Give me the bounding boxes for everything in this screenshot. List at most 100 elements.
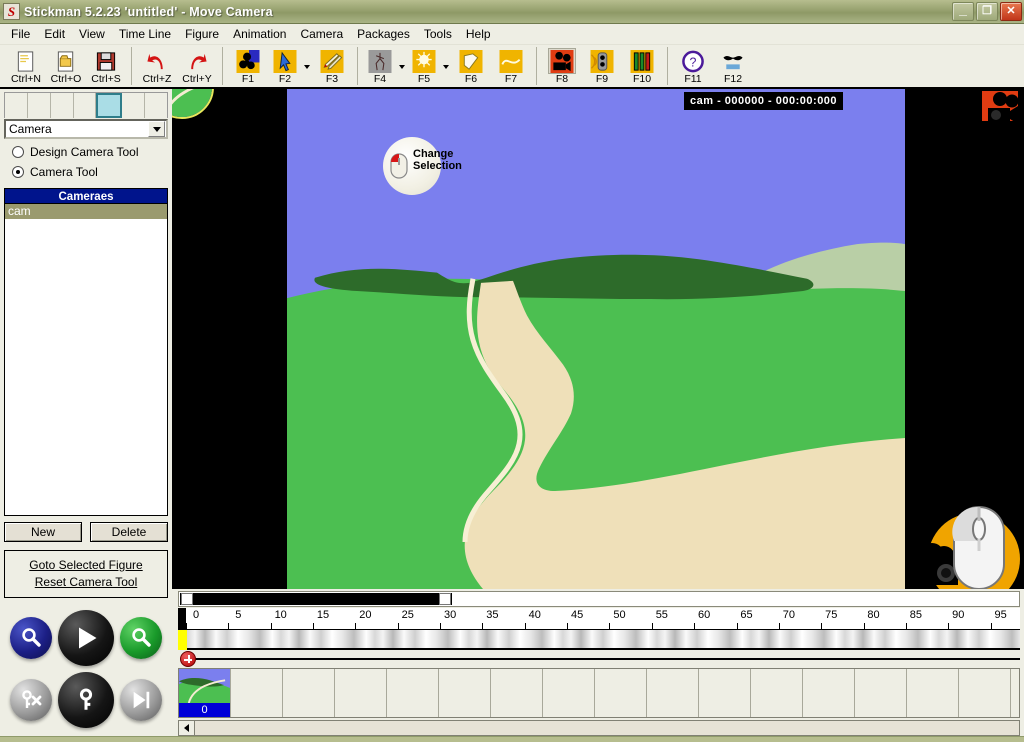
keyframe-cell[interactable] xyxy=(335,669,387,717)
menu-packages[interactable]: Packages xyxy=(350,25,417,43)
delete-camera-button[interactable]: Delete xyxy=(90,522,168,542)
toolbar-save-button[interactable]: Ctrl+S xyxy=(86,47,126,85)
keyframe-cell[interactable] xyxy=(803,669,855,717)
toolbar-redo-button[interactable]: Ctrl+Y xyxy=(177,47,217,85)
camera-badge-icon xyxy=(974,91,1019,129)
keyframe-filmstrip[interactable]: 0 xyxy=(178,668,1020,718)
keyframe-cell[interactable] xyxy=(907,669,959,717)
traffic-light-icon xyxy=(588,48,616,74)
menu-edit[interactable]: Edit xyxy=(37,25,72,43)
panel-tab-3[interactable] xyxy=(50,93,74,118)
timeline-yellow-marker[interactable] xyxy=(178,630,187,650)
toolbar-open-button[interactable]: Ctrl+O xyxy=(46,47,86,85)
keyframe-cell[interactable] xyxy=(231,669,283,717)
toolbar-figure-button[interactable]: F1 xyxy=(228,47,268,85)
zoom-in-button[interactable] xyxy=(120,617,162,659)
change-selection-text: Change Selection xyxy=(413,148,462,172)
toolbar-select-button[interactable]: F2 xyxy=(268,47,302,85)
timeline-playhead[interactable] xyxy=(178,608,186,629)
keyframe-cell[interactable]: 0 xyxy=(179,669,231,717)
left-panel: Camera Design Camera Tool Camera Tool Ca… xyxy=(0,89,172,736)
keyframe-cell[interactable] xyxy=(595,669,647,717)
menu-tools[interactable]: Tools xyxy=(417,25,459,43)
toolbar-page-button[interactable]: F6 xyxy=(451,47,491,85)
reset-camera-tool-link[interactable]: Reset Camera Tool xyxy=(5,574,167,591)
timeline-ruler[interactable]: 0 5 10 15 20 25 30 35 40 45 50 55 60 65 70 75 80 85 90 95 xyxy=(178,608,1020,630)
delete-key-button[interactable] xyxy=(10,679,52,721)
step-forward-button[interactable] xyxy=(120,679,162,721)
keyframe-cell[interactable] xyxy=(647,669,699,717)
toolbar-mixer-button[interactable]: F10 xyxy=(622,47,662,85)
menu-help[interactable]: Help xyxy=(459,25,498,43)
keyframe-cell[interactable] xyxy=(491,669,543,717)
menu-figure[interactable]: Figure xyxy=(178,25,226,43)
camera-actions-box: Goto Selected Figure Reset Camera Tool xyxy=(4,550,168,598)
window-controls: _ ❐ ✕ xyxy=(952,2,1022,21)
scroll-grip-right[interactable] xyxy=(439,593,451,605)
filmstrip-scroll-track[interactable] xyxy=(195,721,1019,735)
radio-design-camera-tool[interactable]: Design Camera Tool xyxy=(12,145,168,159)
toolbar-undo-button[interactable]: Ctrl+Z xyxy=(137,47,177,85)
keyframe-cell[interactable] xyxy=(543,669,595,717)
toolbar-camera-button[interactable]: F8 xyxy=(542,47,582,85)
add-key-button[interactable] xyxy=(58,672,114,728)
light-dropdown-arrow-icon[interactable] xyxy=(441,54,450,80)
keyframe-cell[interactable] xyxy=(387,669,439,717)
title-bar: Stickman 5.2.23 'untitled' - Move Camera… xyxy=(0,0,1024,24)
scene-render xyxy=(287,89,905,589)
chevron-down-icon[interactable] xyxy=(148,121,165,137)
scroll-grip-left[interactable] xyxy=(181,593,193,605)
keyframe-cell[interactable] xyxy=(439,669,491,717)
panel-tab-7[interactable] xyxy=(145,93,168,118)
camera-list[interactable]: cam xyxy=(4,204,168,516)
select-dropdown-arrow-icon[interactable] xyxy=(302,54,311,80)
keyframe-cell[interactable] xyxy=(855,669,907,717)
change-selection-badge[interactable]: Change Selection xyxy=(383,137,462,195)
minimize-button[interactable]: _ xyxy=(952,2,974,21)
timeline-scrollbar[interactable] xyxy=(178,591,1020,607)
keyframe-cell[interactable] xyxy=(751,669,803,717)
keyframe-cell[interactable] xyxy=(959,669,1011,717)
keyframe-cell[interactable] xyxy=(283,669,335,717)
panel-tab-4[interactable] xyxy=(73,93,97,118)
panel-tab-6[interactable] xyxy=(122,93,146,118)
timeline-scroll-thumb[interactable] xyxy=(180,593,452,605)
timeline-density-strip[interactable] xyxy=(178,630,1020,650)
ruler-tick xyxy=(905,623,907,629)
toolbar-separator xyxy=(222,47,223,85)
camera-viewport[interactable]: cam - 000000 - 000:00:000 Change Selecti… xyxy=(172,89,1024,589)
toolbar-light-button[interactable]: F5 xyxy=(407,47,441,85)
skeleton-dropdown-arrow-icon[interactable] xyxy=(397,54,406,80)
save-floppy-icon xyxy=(92,48,120,74)
keyframe-cell[interactable] xyxy=(699,669,751,717)
menu-view[interactable]: View xyxy=(72,25,112,43)
goto-selected-figure-link[interactable]: Goto Selected Figure xyxy=(5,557,167,574)
zoom-out-button[interactable] xyxy=(10,617,52,659)
list-item[interactable]: cam xyxy=(5,204,167,219)
panel-tab-1[interactable] xyxy=(5,93,28,118)
toolbar-new-button[interactable]: Ctrl+N xyxy=(6,47,46,85)
toolbar-help-button[interactable]: ? F11 xyxy=(673,47,713,85)
close-button[interactable]: ✕ xyxy=(1000,2,1022,21)
toolbar-draw-button[interactable]: F3 xyxy=(312,47,352,85)
new-camera-button[interactable]: New xyxy=(4,522,82,542)
menu-time-line[interactable]: Time Line xyxy=(112,25,178,43)
menu-file[interactable]: File xyxy=(4,25,37,43)
panel-tab-5-active[interactable] xyxy=(96,93,123,118)
toolbar-skeleton-button[interactable]: F4 xyxy=(363,47,397,85)
menu-camera[interactable]: Camera xyxy=(293,25,350,43)
camera-icon xyxy=(548,48,576,74)
radio-camera-tool[interactable]: Camera Tool xyxy=(12,165,168,179)
scroll-left-arrow-icon[interactable] xyxy=(179,721,195,735)
mode-combobox[interactable]: Camera xyxy=(4,119,168,139)
panel-tab-2[interactable] xyxy=(27,93,51,118)
filmstrip-hscrollbar[interactable] xyxy=(178,720,1020,736)
toolbar-moustache-button[interactable]: F12 xyxy=(713,47,753,85)
play-button[interactable] xyxy=(58,610,114,666)
add-track-button[interactable] xyxy=(180,651,196,667)
toolbar-curve-button[interactable]: F7 xyxy=(491,47,531,85)
menu-animation[interactable]: Animation xyxy=(226,25,293,43)
toolbar-label: F10 xyxy=(632,73,652,85)
toolbar-traffic-button[interactable]: F9 xyxy=(582,47,622,85)
restore-button[interactable]: ❐ xyxy=(976,2,998,21)
